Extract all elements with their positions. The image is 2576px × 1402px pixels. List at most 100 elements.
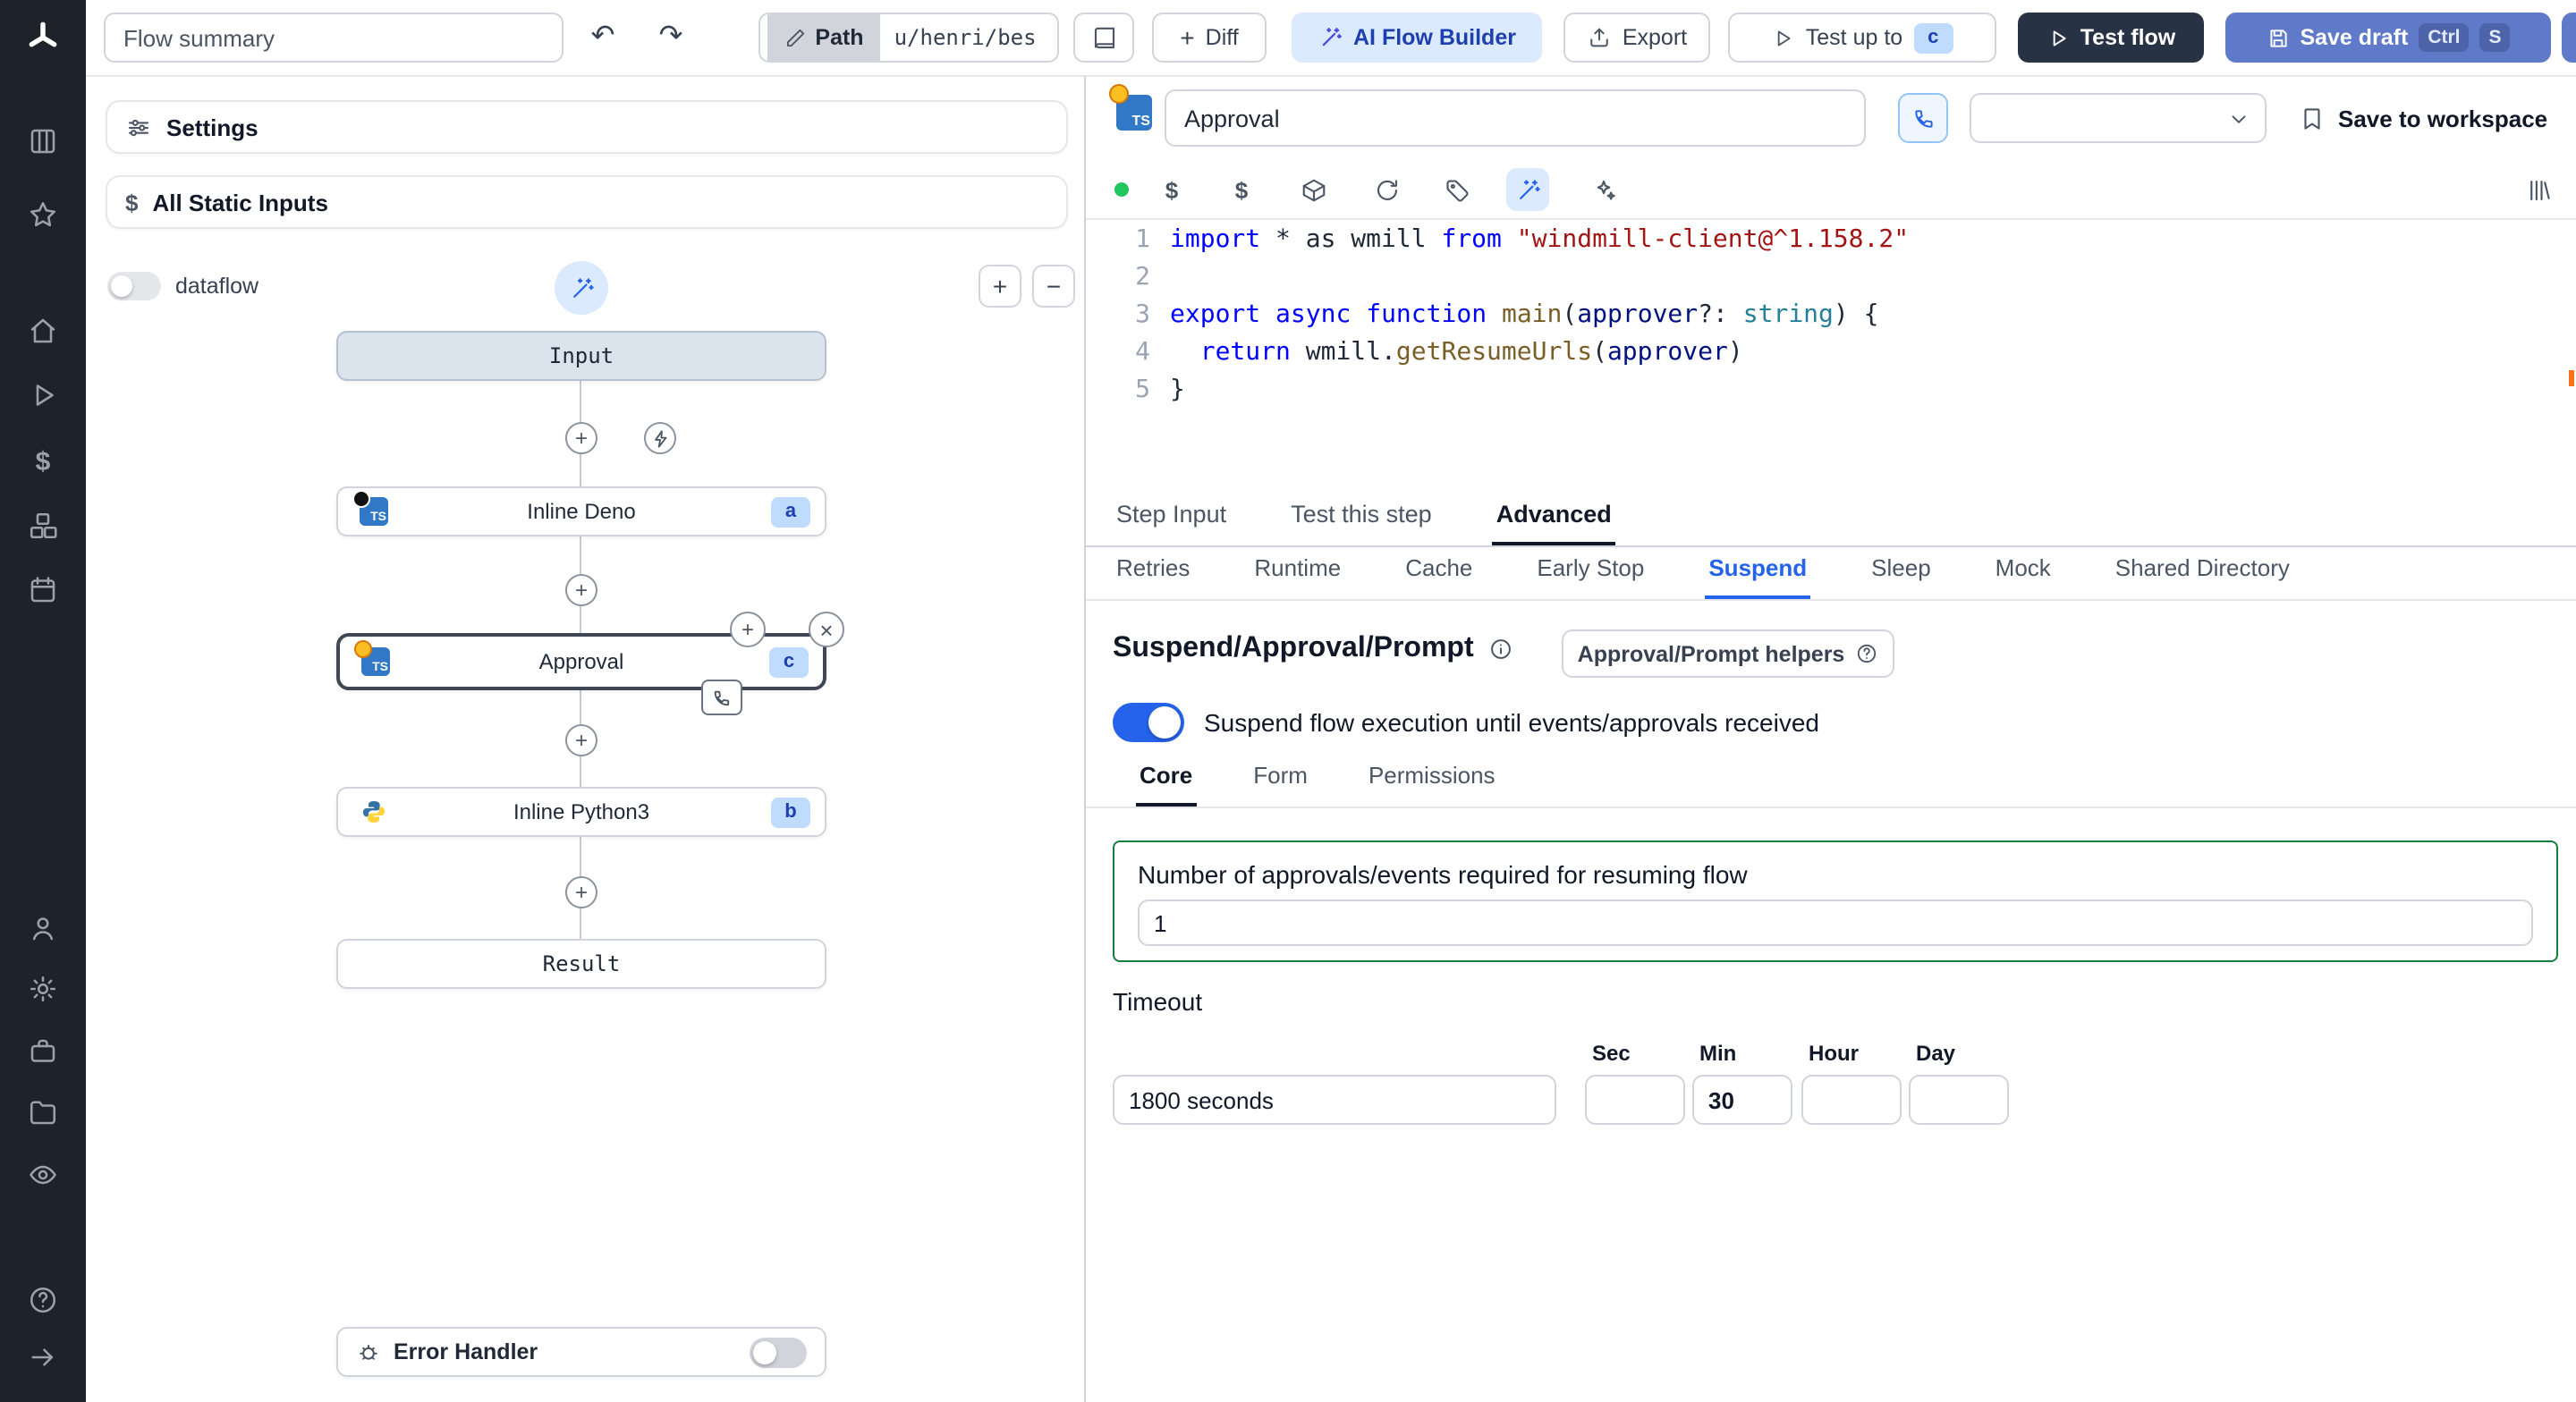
test-flow-button[interactable]: Test flow: [2018, 13, 2204, 63]
deno-node-label: Inline Deno: [527, 499, 636, 524]
workers-briefcase-icon[interactable]: [0, 1032, 86, 1071]
flow-summary-input[interactable]: [104, 13, 564, 63]
schedules-calendar-icon[interactable]: [0, 570, 86, 610]
settings-gear-icon[interactable]: [0, 969, 86, 1009]
tab-advanced[interactable]: Advanced: [1492, 490, 1615, 545]
suspend-phone-button[interactable]: [1898, 93, 1948, 143]
code-line: return wmill.getResumeUrls(approver): [1199, 338, 1743, 367]
tab-form[interactable]: Form: [1250, 751, 1311, 807]
tab-permissions[interactable]: Permissions: [1365, 751, 1499, 807]
code-line: export async function main(approver?: st…: [1170, 300, 1879, 329]
node-add-button[interactable]: +: [730, 612, 766, 647]
reload-button[interactable]: [1365, 168, 1408, 211]
home-icon[interactable]: [0, 311, 86, 350]
tag-button[interactable]: [1435, 168, 1478, 211]
error-handler-toggle[interactable]: [750, 1337, 807, 1367]
help-icon[interactable]: [0, 1280, 86, 1320]
tab-early-stop[interactable]: Early Stop: [1533, 544, 1648, 599]
add-trigger-button[interactable]: [644, 422, 676, 454]
audit-eye-icon[interactable]: [0, 1155, 86, 1195]
flow-settings-label: Settings: [166, 114, 258, 140]
apps-grid-icon[interactable]: [0, 122, 86, 161]
error-handler-label: Error Handler: [394, 1339, 538, 1364]
approval-node-label: Approval: [538, 649, 624, 674]
scrollbar-marker: [2569, 370, 2574, 386]
app: $ ↶: [0, 0, 2576, 1402]
flow-node-inline-python3[interactable]: Inline Python3 b: [336, 787, 826, 837]
tab-retries[interactable]: Retries: [1113, 544, 1193, 599]
tab-test-this-step[interactable]: Test this step: [1287, 490, 1436, 545]
approvals-required-input[interactable]: [1138, 899, 2533, 946]
code-editor[interactable]: 1 2 3 4 5 import * as wmill from "windmill-c…: [1086, 218, 2576, 486]
flow-editor-panel: Settings $ All Static Inputs dataflow + …: [86, 75, 1084, 1402]
ai-flow-builder-button[interactable]: AI Flow Builder: [1292, 13, 1542, 63]
template-select[interactable]: [1970, 93, 2267, 143]
timeout-hour-input[interactable]: [1801, 1075, 1902, 1125]
flow-node-input[interactable]: Input: [336, 331, 826, 381]
ai-assist-wand-button[interactable]: [555, 261, 608, 315]
tab-cache[interactable]: Cache: [1402, 544, 1476, 599]
insert-step-button[interactable]: +: [565, 422, 597, 454]
suspend-indicator-button[interactable]: [701, 680, 742, 715]
package-button[interactable]: [1292, 168, 1335, 211]
path-button[interactable]: Path u/henri/bes: [758, 13, 1059, 63]
sparkles-button[interactable]: [1581, 168, 1624, 211]
step-name-input[interactable]: [1165, 89, 1866, 147]
flow-node-inline-deno[interactable]: TS Inline Deno a: [336, 486, 826, 536]
diff-button[interactable]: + Diff: [1152, 13, 1267, 63]
timeout-day-input[interactable]: [1909, 1075, 2009, 1125]
insert-step-button[interactable]: +: [565, 724, 597, 756]
zoom-in-button[interactable]: +: [979, 265, 1021, 308]
variable-picker-button[interactable]: $: [1150, 168, 1193, 211]
docs-book-button[interactable]: [1073, 13, 1134, 63]
day-label: Day: [1916, 1041, 1956, 1066]
ai-assistant-button-active[interactable]: [1506, 168, 1549, 211]
save-draft-button[interactable]: Save draft Ctrl S: [2225, 13, 2551, 63]
suspend-toggle[interactable]: [1113, 703, 1184, 742]
resource-picker-button[interactable]: $: [1220, 168, 1263, 211]
users-icon[interactable]: [0, 908, 86, 948]
all-static-inputs-row[interactable]: $ All Static Inputs: [106, 175, 1068, 229]
library-button[interactable]: [2517, 168, 2560, 211]
step-editor-panel: TS Save to workspace $ $: [1084, 75, 2576, 1402]
code-content: import * as wmill from "windmill-client@…: [1170, 222, 2551, 410]
zoom-out-button[interactable]: −: [1032, 265, 1075, 308]
folders-icon[interactable]: [0, 1093, 86, 1132]
error-handler-row[interactable]: Error Handler: [336, 1327, 826, 1377]
insert-step-button[interactable]: +: [565, 876, 597, 908]
export-button[interactable]: Export: [1563, 13, 1710, 63]
tab-runtime[interactable]: Runtime: [1250, 544, 1344, 599]
timeout-sec-input[interactable]: [1585, 1075, 1685, 1125]
runs-play-icon[interactable]: [0, 376, 86, 415]
info-icon[interactable]: [1488, 637, 1513, 662]
tab-mock[interactable]: Mock: [1992, 544, 2055, 599]
tab-suspend[interactable]: Suspend: [1705, 544, 1811, 599]
save-to-workspace-button[interactable]: Save to workspace: [2288, 93, 2558, 143]
deno-icon: [352, 490, 370, 508]
tab-core[interactable]: Core: [1136, 751, 1197, 807]
cut-off-button[interactable]: [2562, 13, 2576, 63]
timeout-min-input[interactable]: [1692, 1075, 1792, 1125]
approval-prompt-helpers-button[interactable]: Approval/Prompt helpers: [1562, 629, 1894, 678]
node-delete-button[interactable]: ×: [809, 612, 844, 647]
tab-shared-directory[interactable]: Shared Directory: [2112, 544, 2293, 599]
windmill-logo[interactable]: [0, 14, 86, 61]
dataflow-toggle[interactable]: [107, 272, 161, 300]
favorites-star-icon[interactable]: [0, 195, 86, 234]
collapse-arrow-right-icon[interactable]: [0, 1338, 86, 1377]
undo-button[interactable]: ↶: [572, 13, 633, 63]
redo-button[interactable]: ↷: [640, 13, 701, 63]
timeout-input[interactable]: [1113, 1075, 1556, 1125]
bookmark-icon: [2304, 107, 2320, 129]
test-up-to-button[interactable]: Test up to c: [1728, 13, 1996, 63]
kbd-s: S: [2479, 23, 2511, 52]
tab-step-input[interactable]: Step Input: [1113, 490, 1230, 545]
tab-sleep[interactable]: Sleep: [1868, 544, 1935, 599]
insert-step-button[interactable]: +: [565, 574, 597, 606]
undo-icon: ↶: [590, 21, 615, 52]
flow-node-result[interactable]: Result: [336, 939, 826, 989]
resources-boxes-icon[interactable]: [0, 506, 86, 545]
flow-settings-row[interactable]: Settings: [106, 100, 1068, 154]
variables-dollar-icon[interactable]: $: [0, 442, 86, 481]
typescript-icon: TS: [352, 490, 388, 526]
